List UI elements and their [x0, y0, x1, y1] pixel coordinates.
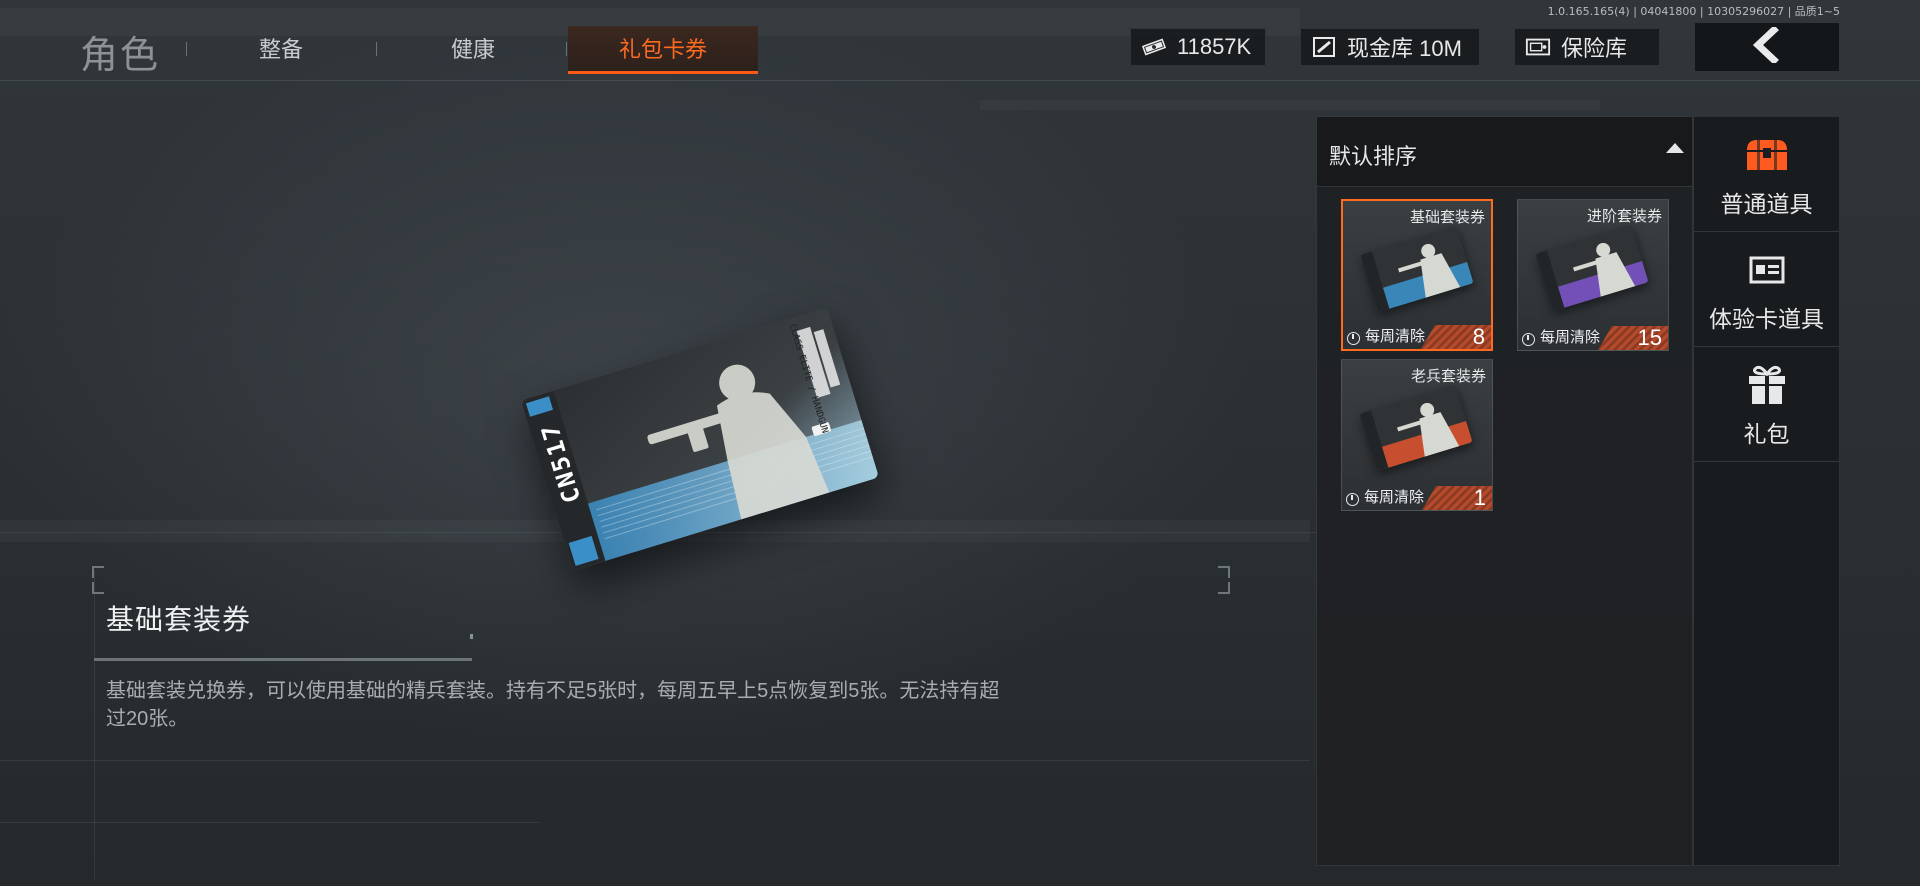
tab-equipment[interactable]: 整备: [186, 26, 376, 74]
tab-gift-vouchers[interactable]: 礼包卡券: [568, 26, 758, 74]
item-count: 1: [1473, 485, 1486, 510]
page-title: 角色: [80, 35, 161, 77]
selected-item-description: 基础套装兑换券，可以使用基础的精兵套装。持有不足5张时，每周五早上5点恢复到5张…: [106, 680, 1000, 730]
bg-line: [0, 822, 540, 823]
clock-icon: [1347, 332, 1360, 345]
category-trial-card-items[interactable]: 体验卡道具: [1694, 232, 1839, 347]
clock-icon: [1522, 333, 1535, 346]
nav-separator: [566, 42, 567, 56]
category-label: 体验卡道具: [1709, 306, 1824, 332]
treasure-chest-icon: [1742, 135, 1792, 175]
game-screen: 角色 整备 健康 礼包卡券 1.0.165.165(4) | 04041800 …: [0, 0, 1920, 886]
inventory-item-basic-voucher[interactable]: 基础套装券 每周清除 8: [1341, 199, 1493, 351]
voucher-thumbnail: [1360, 225, 1474, 313]
sort-dropdown[interactable]: 默认排序: [1317, 117, 1692, 187]
safe-button[interactable]: 保险库: [1514, 28, 1660, 66]
item-count: 15: [1637, 325, 1662, 350]
gift-icon: [1742, 365, 1792, 405]
caret-up-icon: [1666, 143, 1684, 153]
cash-balance[interactable]: 11857K: [1130, 28, 1266, 66]
title-underline: [94, 658, 472, 661]
inventory-item-veteran-voucher[interactable]: 老兵套装券 每周清除 1: [1341, 359, 1493, 511]
selected-item-title: 基础套装券: [106, 604, 252, 635]
clock-icon: [1346, 493, 1359, 506]
category-common-items[interactable]: 普通道具: [1694, 117, 1839, 232]
category-label: 礼包: [1743, 421, 1790, 447]
title-underline-marker: [470, 634, 473, 639]
frame-corner: [1218, 566, 1230, 578]
inventory-panel: 默认排序 基础套装券 每周清除 8 进阶套装券 每周清除 15 老兵套装券 每周…: [1316, 116, 1693, 866]
nav-separator: [376, 42, 377, 56]
sort-label: 默认排序: [1329, 144, 1418, 169]
safe-label: 保险库: [1561, 36, 1628, 61]
item-footer: 每周清除 8: [1343, 325, 1491, 349]
frame-corner: [92, 582, 104, 594]
item-name: 基础套装券: [1409, 209, 1485, 226]
frame-corner: [92, 566, 104, 578]
top-bar: 角色 整备 健康 礼包卡券 1.0.165.165(4) | 04041800 …: [0, 0, 1920, 80]
vault-icon: [1311, 36, 1337, 58]
category-gift-packs[interactable]: 礼包: [1694, 347, 1839, 462]
version-info: 1.0.165.165(4) | 04041800 | 10305296027 …: [1547, 5, 1840, 18]
category-label: 普通道具: [1720, 191, 1813, 217]
bg-line: [94, 570, 95, 880]
tab-health[interactable]: 健康: [378, 26, 568, 74]
item-name: 老兵套装券: [1410, 368, 1486, 385]
banknote-icon: [1141, 36, 1167, 58]
voucher-thumbnail: [1359, 384, 1473, 472]
weekly-reset-tag: 每周清除: [1540, 329, 1601, 346]
item-footer: 每周清除 15: [1518, 326, 1668, 350]
bg-line: [0, 760, 1310, 761]
safe-icon: [1525, 36, 1551, 58]
cash-vault-label: 现金库 10M: [1347, 36, 1462, 61]
frame-corner: [1218, 582, 1230, 594]
category-sidebar: 普通道具 体验卡道具 礼包: [1693, 116, 1840, 866]
bg-band: [980, 100, 1600, 110]
cash-vault-button[interactable]: 现金库 10M: [1300, 28, 1480, 66]
back-button[interactable]: [1694, 22, 1840, 72]
id-card-icon: [1742, 250, 1792, 290]
weekly-reset-tag: 每周清除: [1365, 328, 1426, 345]
item-count: 8: [1472, 324, 1485, 349]
item-footer: 每周清除 1: [1342, 486, 1492, 510]
weekly-reset-tag: 每周清除: [1364, 489, 1425, 506]
inventory-item-advanced-voucher[interactable]: 进阶套装券 每周清除 15: [1517, 199, 1669, 351]
cash-amount: 11857K: [1177, 34, 1252, 59]
item-name: 进阶套装券: [1586, 208, 1662, 225]
voucher-thumbnail: [1535, 224, 1649, 312]
top-bar-divider: [0, 80, 1920, 81]
chevron-left-icon: [1750, 24, 1784, 68]
